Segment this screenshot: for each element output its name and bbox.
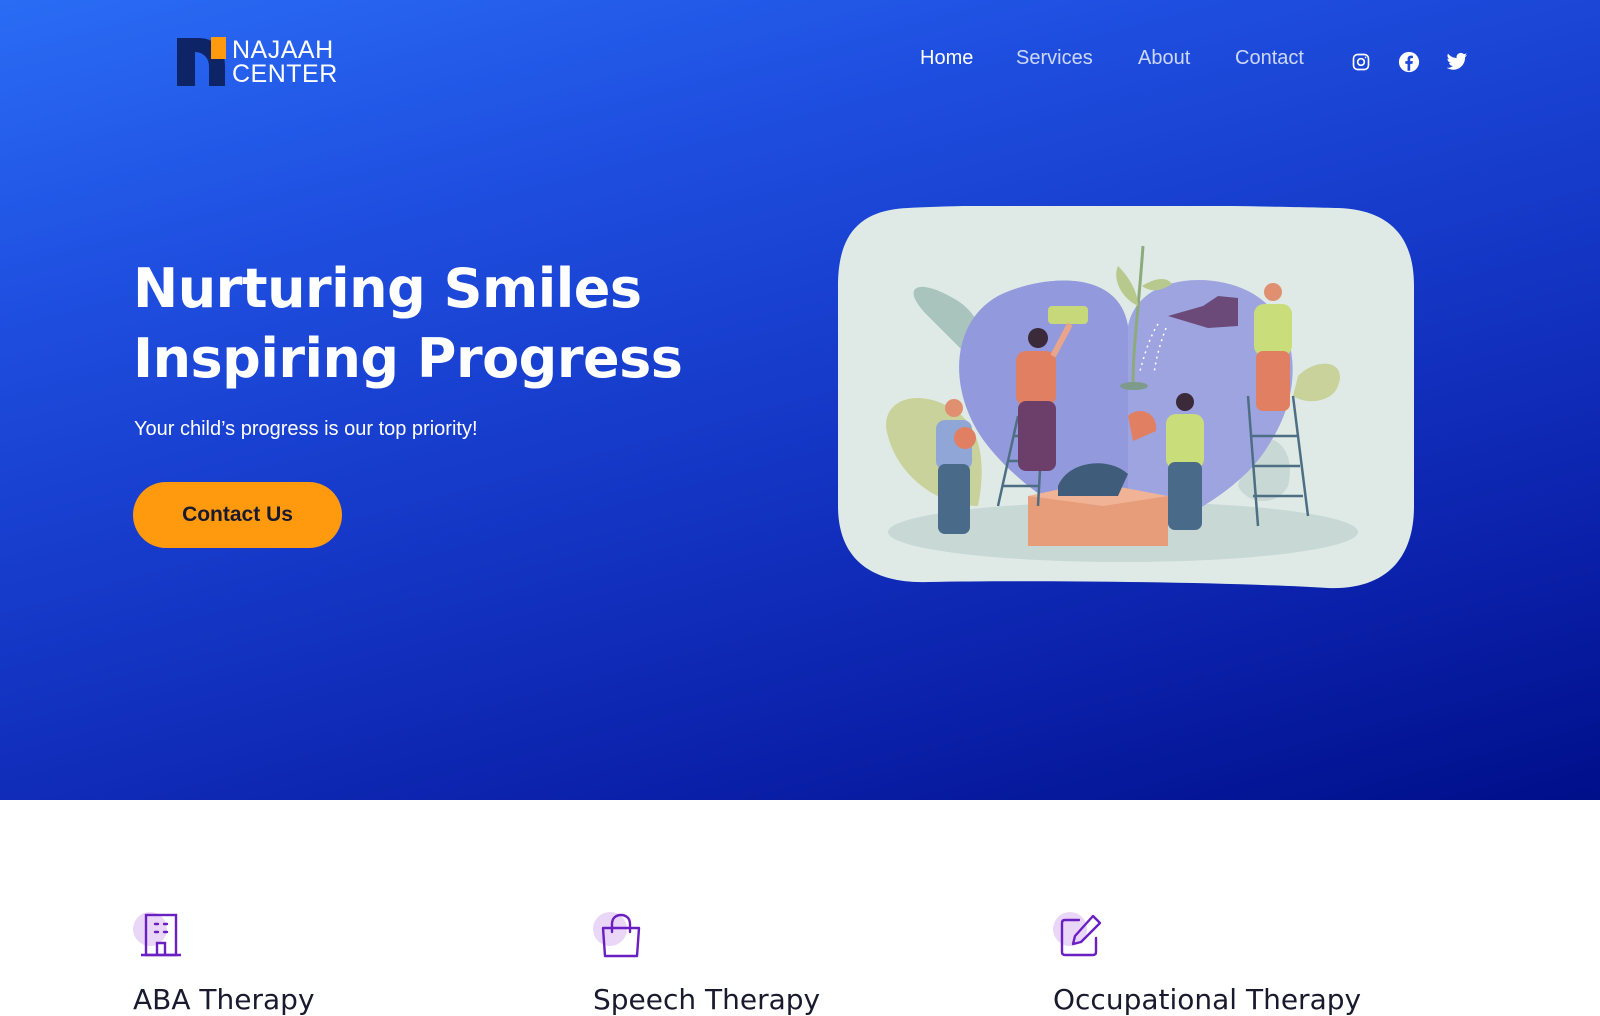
contact-us-button[interactable]: Contact Us: [133, 482, 342, 548]
brand-logo[interactable]: NAJAAH CENTER: [175, 36, 350, 92]
brand-line-1: NAJAAH: [232, 36, 334, 64]
service-speech[interactable]: Speech Therapy: [593, 910, 993, 1016]
hero-section: NAJAAH CENTER Home Services About Contac…: [0, 0, 1600, 800]
service-occupational[interactable]: Occupational Therapy: [1053, 910, 1453, 1016]
nav-contact[interactable]: Contact: [1235, 47, 1304, 70]
service-aba[interactable]: ABA Therapy: [133, 910, 533, 1016]
facebook-link[interactable]: [1397, 50, 1421, 74]
hero-headline: Nurturing Smiles Inspiring Progress: [133, 254, 753, 394]
nav-services[interactable]: Services: [1016, 47, 1093, 70]
headline-line-1: Nurturing Smiles: [133, 257, 642, 320]
building-icon: [141, 913, 181, 957]
edit-icon: [1060, 914, 1102, 957]
hero-illustration: [838, 206, 1414, 589]
facebook-icon: [1398, 51, 1420, 73]
brand-name: NAJAAH CENTER: [232, 36, 338, 88]
service-icon-wrap: [1053, 910, 1103, 960]
twitter-link[interactable]: [1445, 50, 1469, 74]
brand-line-2: CENTER: [232, 60, 338, 88]
instagram-link[interactable]: [1349, 50, 1373, 74]
logo-mark-icon: [177, 37, 226, 86]
hero-subtitle: Your child’s progress is our top priorit…: [134, 418, 478, 440]
shopping-bag-icon: [601, 913, 641, 958]
twitter-icon: [1446, 52, 1468, 70]
nav-about[interactable]: About: [1138, 47, 1190, 70]
service-icon-wrap: [593, 910, 643, 960]
instagram-icon: [1352, 53, 1370, 71]
service-icon-wrap: [133, 910, 183, 960]
nav-home[interactable]: Home: [920, 47, 973, 70]
headline-line-2: Inspiring Progress: [133, 327, 683, 390]
